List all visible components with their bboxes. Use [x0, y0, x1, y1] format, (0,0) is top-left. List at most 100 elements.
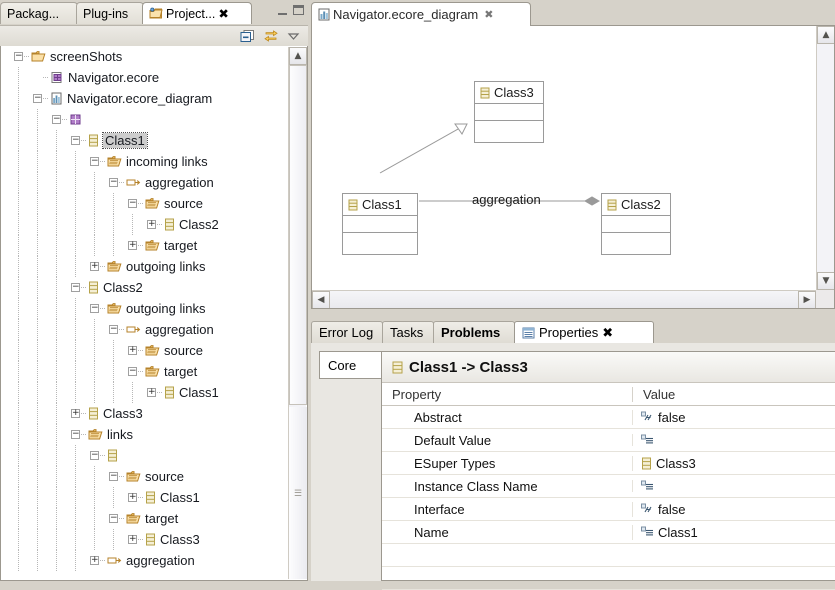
- tree-expand-toggle[interactable]: +: [147, 388, 156, 397]
- tree-expand-toggle[interactable]: +: [147, 220, 156, 229]
- tree-collapse-toggle[interactable]: −: [128, 367, 137, 376]
- tree-expand-toggle[interactable]: +: [128, 493, 137, 502]
- links-folder-icon: [107, 260, 122, 273]
- tree-collapse-toggle[interactable]: −: [71, 136, 80, 145]
- diagram-horizontal-scrollbar[interactable]: ◀ ▶: [312, 290, 816, 308]
- scroll-up-icon[interactable]: ▲: [289, 47, 307, 65]
- tree-item-aggregation[interactable]: + aggregation: [1, 550, 289, 571]
- uml-class-class1[interactable]: Class1: [342, 193, 418, 255]
- tree-item[interactable]: −: [1, 109, 289, 130]
- tree-collapse-toggle[interactable]: −: [71, 430, 80, 439]
- scrollbar-track-lower[interactable]: ☰: [289, 407, 307, 579]
- tab-properties[interactable]: Properties ✖: [514, 321, 654, 343]
- tree-item-label: Class1: [160, 490, 200, 505]
- link-with-editor-icon[interactable]: [263, 29, 279, 43]
- tree-collapse-toggle[interactable]: −: [128, 199, 137, 208]
- maximize-button[interactable]: [293, 5, 304, 15]
- tree-item-source[interactable]: − source: [1, 193, 289, 214]
- tree-collapse-toggle[interactable]: −: [52, 115, 61, 124]
- tree-expand-toggle[interactable]: +: [71, 409, 80, 418]
- tree-item-aggregation[interactable]: − aggregation: [1, 319, 289, 340]
- tree-item-class3[interactable]: + Class3: [1, 529, 289, 550]
- tree-item-links[interactable]: − links: [1, 424, 289, 445]
- tab-error-log[interactable]: Error Log: [311, 321, 383, 343]
- property-value-cell[interactable]: Class3: [632, 455, 835, 471]
- diagram-vertical-scrollbar[interactable]: ▲ ▼: [816, 26, 834, 290]
- tree-collapse-toggle[interactable]: −: [14, 52, 23, 61]
- tree-item-navigator-ecore-diagram[interactable]: − Navigator.ecore_diagram: [1, 88, 289, 109]
- tree-item-class3[interactable]: + Class3: [1, 403, 289, 424]
- tree-expand-toggle[interactable]: +: [128, 241, 137, 250]
- property-value-cell[interactable]: false: [632, 409, 835, 425]
- uml-class-title: Class1: [343, 194, 417, 216]
- view-tab-package-explorer[interactable]: Packag...: [0, 2, 78, 24]
- tree-collapse-toggle[interactable]: −: [90, 304, 99, 313]
- view-tab-close-icon[interactable]: ✖: [218, 6, 228, 21]
- tree-item[interactable]: −: [1, 445, 289, 466]
- tree-item-label: source: [145, 469, 185, 484]
- tree-item-class2[interactable]: + Class2: [1, 214, 289, 235]
- tree-guide-line: [37, 109, 38, 130]
- properties-side-tab-core[interactable]: Core: [319, 351, 381, 379]
- tree-collapse-toggle[interactable]: −: [90, 157, 99, 166]
- table-row[interactable]: Abstract false: [382, 406, 835, 429]
- tree-item-target[interactable]: − target: [1, 361, 289, 382]
- property-value-cell[interactable]: [632, 480, 835, 492]
- editor-tab-navigator-diagram[interactable]: Navigator.ecore_diagram ✖: [311, 2, 531, 26]
- view-tab-plugins[interactable]: Plug-ins: [76, 2, 144, 24]
- view-tab-project-explorer[interactable]: Project... ✖: [142, 2, 252, 24]
- tree-item-source[interactable]: − source: [1, 466, 289, 487]
- uml-class-class3[interactable]: Class3: [474, 81, 544, 143]
- property-value-cell[interactable]: false: [632, 501, 835, 517]
- tree-item-class2[interactable]: − Class2: [1, 277, 289, 298]
- tree-collapse-toggle[interactable]: −: [109, 472, 118, 481]
- table-row[interactable]: Interface false: [382, 498, 835, 521]
- tree-item-outgoing-links[interactable]: − outgoing links: [1, 298, 289, 319]
- tree-collapse-toggle[interactable]: −: [109, 325, 118, 334]
- tree-item-source[interactable]: + source: [1, 340, 289, 361]
- scroll-down-icon[interactable]: ▼: [817, 272, 834, 290]
- tree-item-target[interactable]: + target: [1, 235, 289, 256]
- diagram-editor[interactable]: Class3 Class1 Class2 aggregation ▲ ▼ ◀ ▶: [311, 25, 835, 309]
- tree-item-screenshots[interactable]: − screenShots: [1, 46, 289, 67]
- scrollbar-thumb[interactable]: [289, 65, 307, 405]
- table-row[interactable]: Instance Class Name: [382, 475, 835, 498]
- view-menu-icon[interactable]: [287, 31, 300, 41]
- tree-collapse-toggle[interactable]: −: [90, 451, 99, 460]
- tree-item-target[interactable]: − target: [1, 508, 289, 529]
- table-row[interactable]: Default Value: [382, 429, 835, 452]
- tree-collapse-toggle[interactable]: −: [33, 94, 42, 103]
- tab-close-icon[interactable]: ✖: [602, 325, 613, 341]
- tree-item-aggregation[interactable]: − aggregation: [1, 172, 289, 193]
- tree-item-class1[interactable]: − Class1: [1, 130, 289, 151]
- project-explorer-tree[interactable]: − screenShots Navigator.ecore − Navigator.ec…: [0, 46, 308, 581]
- tree-collapse-toggle[interactable]: −: [71, 283, 80, 292]
- tree-collapse-toggle[interactable]: −: [109, 178, 118, 187]
- tree-expand-toggle[interactable]: +: [90, 262, 99, 271]
- tree-item-incoming-links[interactable]: − incoming links: [1, 151, 289, 172]
- property-value-cell[interactable]: Class1: [632, 524, 835, 540]
- minimize-button[interactable]: [278, 6, 287, 15]
- tree-item-navigator-ecore[interactable]: Navigator.ecore: [1, 67, 289, 88]
- tree-item-outgoing-links[interactable]: + outgoing links: [1, 256, 289, 277]
- table-row[interactable]: Name Class1: [382, 521, 835, 544]
- column-header-property: Property: [392, 386, 442, 402]
- tree-vertical-scrollbar[interactable]: ▲ ☰: [288, 47, 307, 579]
- tree-item-class1[interactable]: + Class1: [1, 382, 289, 403]
- collapse-all-icon[interactable]: [240, 29, 255, 43]
- uml-class-class2[interactable]: Class2: [601, 193, 671, 255]
- tree-expand-toggle[interactable]: +: [128, 535, 137, 544]
- tab-problems[interactable]: Problems: [433, 321, 515, 343]
- scroll-left-icon[interactable]: ◀: [312, 291, 330, 308]
- editor-tab-close-icon[interactable]: ✖: [484, 8, 493, 21]
- property-value-cell[interactable]: [632, 434, 835, 446]
- tree-expand-toggle[interactable]: +: [128, 346, 137, 355]
- diagram-canvas[interactable]: Class3 Class1 Class2 aggregation: [312, 26, 816, 290]
- tree-expand-toggle[interactable]: +: [90, 556, 99, 565]
- scroll-up-icon[interactable]: ▲: [817, 26, 834, 44]
- tree-item-class1[interactable]: + Class1: [1, 487, 289, 508]
- tab-tasks[interactable]: Tasks: [382, 321, 434, 343]
- table-row[interactable]: ESuper Types Class3: [382, 452, 835, 475]
- scroll-right-icon[interactable]: ▶: [798, 291, 816, 308]
- tree-collapse-toggle[interactable]: −: [109, 514, 118, 523]
